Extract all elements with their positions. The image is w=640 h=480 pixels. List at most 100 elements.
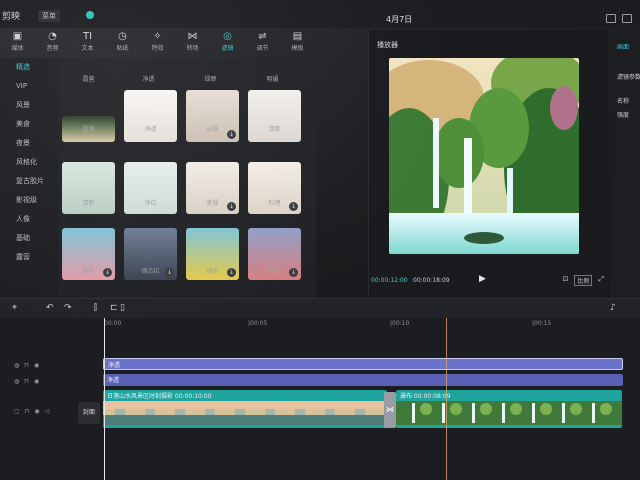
playhead[interactable] — [104, 318, 105, 480]
mute-icon[interactable]: ◁ — [45, 408, 50, 415]
filter-clip[interactable]: 净透 — [103, 374, 623, 386]
transition-icon: ⋈ — [187, 31, 198, 42]
filter-card-label: 德古拉 — [141, 268, 160, 275]
nav-item[interactable]: 影视级 — [0, 191, 58, 210]
grid-top-label: 绿野 — [204, 76, 217, 83]
nav-item[interactable]: 人像 — [0, 210, 58, 229]
video-clip[interactable]: 日落山水风景区时刻摄影 00:00:10:00 — [103, 390, 387, 428]
filter-card[interactable]: ↓ — [186, 90, 239, 142]
nav-item[interactable]: 风景 — [0, 96, 58, 115]
tab-label: 文本 — [81, 45, 94, 52]
timeline[interactable]: 00:00 |00:05 |00:10 |00:15 ◍ ⊓ ◉ ◍ ⊓ ◉ ▢… — [0, 318, 640, 480]
grid-top-label: 净透 — [142, 76, 155, 83]
app-window: 剪映 菜单 4月7日 ▣ 媒体 ◔ 音频 TI 文本 ◷ 贴纸 ✧ 特效 ⋈ 转场 ◎ 滤镜 ⇌ 调节 ▤ 模板 … — [0, 0, 640, 480]
tab-label: 调节 — [256, 45, 269, 52]
lock-icon[interactable]: ⊓ — [24, 362, 29, 369]
nav-item[interactable]: 夜景 — [0, 134, 58, 153]
inspector-name-label: 名称 — [617, 98, 630, 105]
filter-grid: 露营 净透 绿野 明媚 露营 净透 ↓ 淡雅 清新 清新 净白 ↓ 美餐 ↓ 料理 ↓ 樱粉 ↓ 德古拉 ↓ 绿… — [58, 58, 316, 298]
tab-filter[interactable]: ◎ 滤镜 — [210, 28, 245, 58]
tab-effects[interactable]: ✧ 特效 — [140, 28, 175, 58]
tab-label: 转场 — [186, 45, 199, 52]
lock-icon[interactable]: ⊓ — [24, 378, 29, 385]
snapshot-icon[interactable]: ⊡ — [563, 275, 569, 286]
filter-icon: ◎ — [223, 31, 232, 42]
split-icon[interactable]: ⫿ — [94, 303, 97, 313]
tab-label: 贴纸 — [116, 45, 129, 52]
tab-audio[interactable]: ◔ 音频 — [35, 28, 70, 58]
delete-icon[interactable]: ▯ — [120, 303, 125, 313]
nav-item[interactable]: 风格化 — [0, 153, 58, 172]
tab-text[interactable]: TI 文本 — [70, 28, 105, 58]
filter-card-label: 料理 — [268, 200, 281, 207]
current-time: 00:00:12:00 — [371, 277, 408, 284]
player-controls: ⊡ 比例 ⤢ — [563, 275, 604, 286]
delete-left-icon[interactable]: ⊏ — [110, 303, 118, 313]
ruler-label: |00:10 — [390, 320, 410, 327]
filter-clip[interactable]: 净透 — [103, 358, 623, 370]
title-bar: 剪映 菜单 4月7日 — [0, 0, 640, 28]
sticker-icon: ◷ — [118, 31, 127, 42]
tab-label: 模板 — [291, 45, 304, 52]
filter-card-label: 净白 — [144, 200, 157, 207]
inspector-tab[interactable]: 画面 — [617, 42, 629, 51]
template-icon: ▤ — [292, 31, 303, 42]
tab-transition[interactable]: ⋈ 转场 — [175, 28, 210, 58]
ruler-label: 00:00 — [104, 320, 122, 327]
nav-item[interactable]: 美食 — [0, 115, 58, 134]
undo-icon[interactable]: ↶ — [46, 303, 54, 313]
select-tool-icon[interactable]: ⌖ — [12, 303, 17, 313]
visibility-icon[interactable]: ◉ — [34, 362, 39, 369]
grid-top-label: 露营 — [82, 76, 95, 83]
tab-label: 特效 — [151, 45, 164, 52]
video-clip[interactable]: 瀑布 00:00:08:09 — [396, 390, 622, 428]
filter-card[interactable] — [124, 90, 177, 142]
filter-card-label: 淡雅 — [206, 126, 219, 133]
inspector-strength-label: 强度 — [617, 112, 630, 119]
tab-adjust[interactable]: ⇌ 调节 — [245, 28, 280, 58]
filter-track-controls: ◍ ⊓ ◉ — [14, 378, 39, 385]
nav-item[interactable]: 复古胶片 — [0, 172, 58, 191]
hover-time-cursor — [446, 318, 447, 480]
tab-template[interactable]: ▤ 模板 — [280, 28, 315, 58]
filter-track-controls: ◍ ⊓ ◉ — [14, 362, 39, 369]
nav-item[interactable]: 露营 — [0, 248, 58, 267]
filter-card[interactable] — [248, 90, 301, 142]
visibility-icon[interactable]: ◉ — [34, 408, 39, 415]
app-title: 剪映 — [2, 12, 21, 22]
shortcut-icon[interactable] — [622, 14, 632, 23]
nav-item[interactable]: 基础 — [0, 229, 58, 248]
tab-sticker[interactable]: ◷ 贴纸 — [105, 28, 140, 58]
grid-top-row: 露营 净透 绿野 明媚 — [58, 58, 316, 84]
waterfall-preview-image — [389, 58, 579, 254]
transition-marker[interactable]: ⋈ — [384, 392, 396, 428]
timeline-ruler[interactable]: 00:00 |00:05 |00:10 |00:15 — [100, 318, 640, 332]
microphone-icon[interactable]: ♪ — [610, 303, 616, 313]
track-type-icon: ▢ — [14, 408, 20, 415]
filter-card-label: 净透 — [144, 126, 157, 133]
adjust-icon: ⇌ — [258, 31, 267, 42]
menu-button[interactable]: 菜单 — [38, 10, 60, 22]
filter-card-label: 清新 — [82, 200, 95, 207]
nav-item[interactable]: 精选 — [0, 58, 58, 77]
ratio-button[interactable]: 比例 — [574, 275, 593, 286]
filter-card-label: 绿妍 — [206, 268, 219, 275]
cover-button[interactable]: 封面 — [78, 402, 100, 424]
sync-status-icon — [86, 11, 94, 19]
redo-icon[interactable]: ↷ — [64, 303, 72, 313]
player-panel: 播放器 00:00:12:00 00:00:18:09 ▶ ⊡ 比例 ⤢ — [368, 30, 608, 298]
track-type-icon: ◍ — [14, 378, 20, 385]
fullscreen-icon[interactable]: ⤢ — [598, 275, 604, 286]
video-thumbnails — [396, 401, 622, 425]
nav-item[interactable]: VIP — [0, 77, 58, 96]
tab-media[interactable]: ▣ 媒体 — [0, 28, 35, 58]
video-preview[interactable] — [389, 58, 579, 254]
window-controls — [606, 14, 632, 23]
grid-top-label: 明媚 — [266, 76, 279, 83]
play-icon[interactable]: ▶ — [479, 274, 486, 284]
filter-card-label: 樱粉 — [82, 268, 95, 275]
lock-icon[interactable]: ⊓ — [25, 408, 30, 415]
visibility-icon[interactable]: ◉ — [34, 378, 39, 385]
layout-icon[interactable] — [606, 14, 616, 23]
total-duration: 00:00:18:09 — [413, 277, 450, 284]
